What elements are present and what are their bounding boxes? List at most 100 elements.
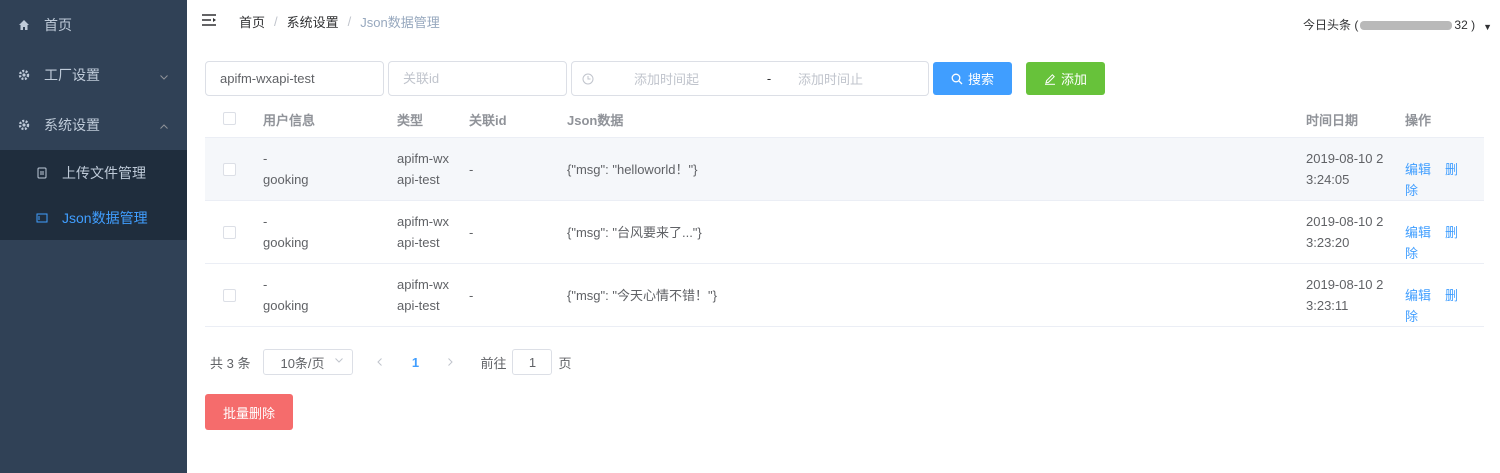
pagination: 共 3 条 10条/页 1 前往 页: [210, 349, 572, 375]
cell-type-line2: api-test: [397, 172, 440, 187]
header-time: 时间日期: [1306, 113, 1359, 128]
sidebar-item-label: 系统设置: [44, 117, 100, 133]
search-button-label: 搜索: [967, 72, 994, 87]
page-number-1[interactable]: 1: [395, 355, 435, 370]
sidebar-item-label: 上传文件管理: [62, 164, 146, 181]
date-range-separator: -: [766, 71, 772, 86]
cell-time: 2019-08-10 2 3:23:20: [1306, 211, 1391, 253]
edit-icon: [1044, 73, 1056, 85]
cell-time-line1: 2019-08-10 2: [1306, 277, 1384, 292]
row-checkbox[interactable]: [223, 226, 236, 239]
goto-page-input[interactable]: [512, 349, 553, 375]
hamburger-menu-icon[interactable]: [201, 12, 219, 30]
breadcrumb-home[interactable]: 首页: [239, 12, 265, 31]
edit-link[interactable]: 编辑: [1405, 288, 1431, 303]
rel-id-filter-field[interactable]: [403, 71, 552, 86]
breadcrumb-system-settings[interactable]: 系统设置: [287, 12, 339, 31]
sidebar-item-upload-file-management[interactable]: 上传文件管理: [0, 150, 187, 195]
cell-type-line1: apifm-wx: [397, 214, 450, 229]
cell-time-line1: 2019-08-10 2: [1306, 151, 1384, 166]
gear-icon: [18, 69, 30, 81]
navbar: 首页 / 系统设置 / Json数据管理 今日头条 (32 ) ▼: [187, 0, 1500, 42]
cell-time: 2019-08-10 2 3:24:05: [1306, 148, 1391, 190]
add-button[interactable]: 添加: [1026, 62, 1105, 95]
cell-user-info: - gooking: [263, 148, 373, 190]
breadcrumb: 首页 / 系统设置 / Json数据管理: [239, 12, 440, 31]
cell-operations: 编辑 删除: [1405, 222, 1484, 264]
select-all-checkbox[interactable]: [223, 112, 236, 125]
cell-rel-id: -: [469, 225, 474, 240]
cell-user-line2: gooking: [263, 298, 309, 313]
edit-link[interactable]: 编辑: [1405, 225, 1431, 240]
date-range-picker[interactable]: 添加时间起 - 添加时间止: [571, 61, 929, 96]
edit-link[interactable]: 编辑: [1405, 162, 1431, 177]
search-button[interactable]: 搜索: [933, 62, 1012, 95]
header-json-data: Json数据: [567, 113, 624, 128]
cell-time-line1: 2019-08-10 2: [1306, 214, 1384, 229]
chevron-right-icon: [448, 358, 454, 366]
chevron-down-icon: [334, 355, 344, 368]
cell-operations: 编辑 删除: [1405, 159, 1484, 201]
type-filter-field[interactable]: [220, 71, 369, 86]
cell-time-line2: 3:23:11: [1306, 298, 1349, 313]
system-settings-submenu: 上传文件管理 Json数据管理: [0, 150, 187, 240]
sidebar-item-label: 首页: [44, 17, 72, 33]
cell-user-line1: -: [263, 151, 268, 166]
caret-down-icon: ▼: [1483, 21, 1492, 32]
pagination-total: 共 3 条: [210, 355, 251, 371]
date-start-placeholder[interactable]: 添加时间起: [634, 69, 754, 88]
cell-user-line1: -: [263, 277, 268, 292]
user-name-suffix: 32 ): [1454, 18, 1476, 32]
type-filter-input[interactable]: [205, 61, 384, 96]
table-header-row: 用户信息 类型 关联id Json数据 时间日期 操作: [205, 100, 1484, 138]
sidebar-item-factory-settings[interactable]: 工厂设置: [0, 50, 187, 100]
cell-type: apifm-wx api-test: [397, 148, 457, 190]
redacted-block: [1360, 21, 1453, 31]
sidebar-item-json-data-management[interactable]: Json数据管理: [0, 195, 187, 240]
table-row[interactable]: - gooking apifm-wx api-test - {"msg": "今…: [205, 264, 1484, 327]
next-page-button[interactable]: [435, 354, 465, 370]
gear-icon: [18, 119, 30, 131]
cell-time-line2: 3:24:05: [1306, 172, 1350, 187]
row-checkbox[interactable]: [223, 289, 236, 302]
cell-user-info: - gooking: [263, 211, 373, 253]
cell-type: apifm-wx api-test: [397, 211, 457, 253]
json-data-icon: [36, 212, 48, 224]
rel-id-filter-input[interactable]: [388, 61, 567, 96]
upload-file-icon: [36, 167, 48, 179]
cell-user-line1: -: [263, 214, 268, 229]
cell-rel-id: -: [469, 288, 474, 303]
header-rel-id: 关联id: [469, 113, 507, 128]
date-end-placeholder[interactable]: 添加时间止: [798, 69, 918, 88]
breadcrumb-current: Json数据管理: [360, 15, 440, 30]
cell-rel-id: -: [469, 162, 474, 177]
add-button-label: 添加: [1060, 72, 1087, 87]
header-user-info: 用户信息: [263, 113, 316, 128]
batch-delete-button[interactable]: 批量删除: [205, 394, 293, 430]
table-row[interactable]: - gooking apifm-wx api-test - {"msg": "h…: [205, 138, 1484, 201]
prev-page-button[interactable]: [365, 354, 395, 370]
page-size-select[interactable]: 10条/页: [263, 349, 354, 375]
breadcrumb-separator: /: [347, 14, 352, 29]
sidebar-item-system-settings[interactable]: 系统设置: [0, 100, 187, 150]
page-suffix-label: 页: [558, 355, 572, 371]
clock-icon: [582, 73, 594, 85]
sidebar-item-home[interactable]: 首页: [0, 0, 187, 50]
cell-operations: 编辑 删除: [1405, 285, 1484, 327]
cell-time-line2: 3:23:20: [1306, 235, 1350, 250]
breadcrumb-separator: /: [274, 14, 278, 29]
cell-time: 2019-08-10 2 3:23:11: [1306, 274, 1391, 316]
goto-label: 前往: [480, 355, 507, 371]
cell-type-line1: apifm-wx: [397, 277, 450, 292]
cell-type-line2: api-test: [397, 235, 440, 250]
json-data-table: 用户信息 类型 关联id Json数据 时间日期 操作 - gooking ap…: [205, 100, 1484, 327]
user-dropdown[interactable]: 今日头条 (32 ) ▼: [1303, 16, 1492, 33]
cell-json-data: {"msg": "helloworld！"}: [567, 162, 698, 177]
page-jumper: 前往 页: [480, 349, 572, 375]
search-icon: [951, 73, 963, 85]
cell-type-line2: api-test: [397, 298, 440, 313]
table-row[interactable]: - gooking apifm-wx api-test - {"msg": "台…: [205, 201, 1484, 264]
row-checkbox[interactable]: [223, 163, 236, 176]
batch-delete-label: 批量删除: [222, 405, 275, 421]
cell-type-line1: apifm-wx: [397, 151, 450, 166]
